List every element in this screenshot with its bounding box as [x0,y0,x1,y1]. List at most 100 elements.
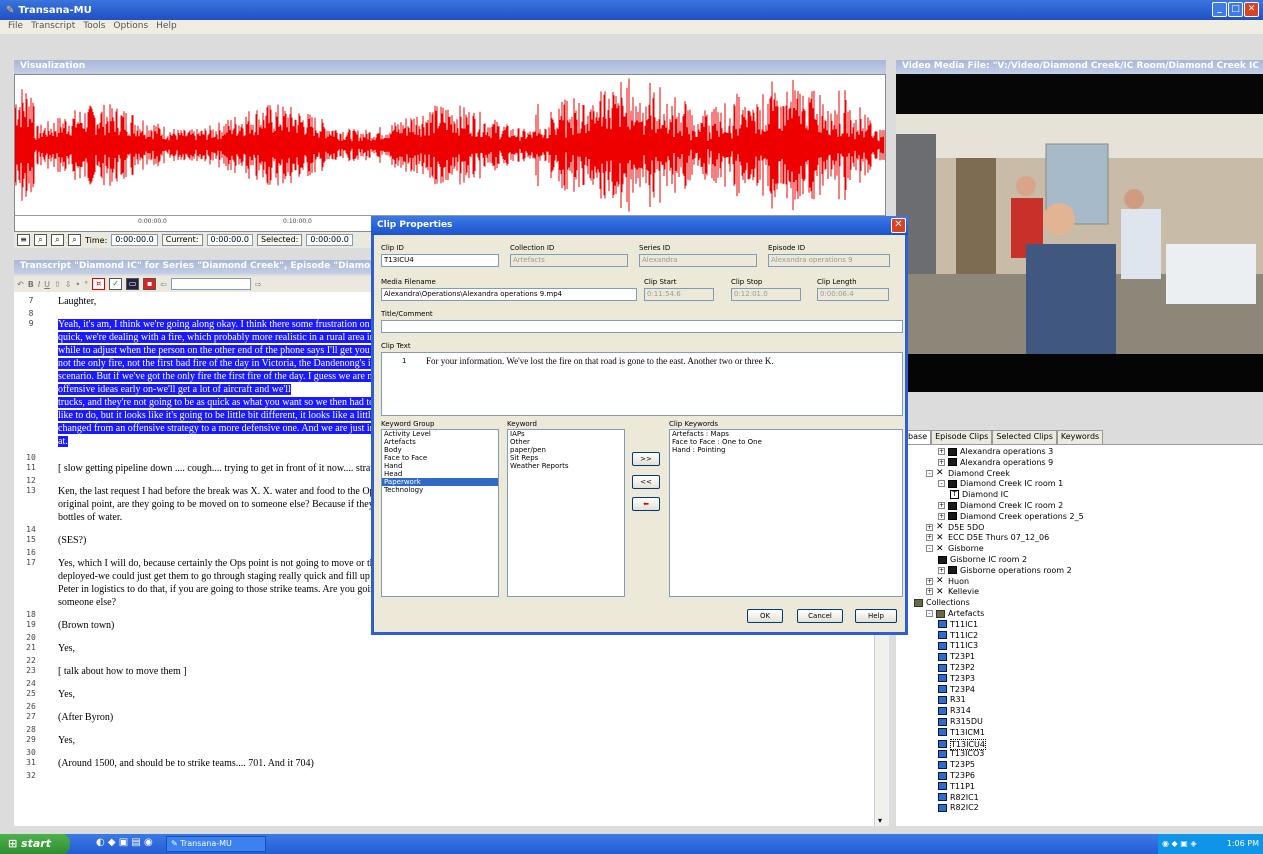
list-item[interactable]: Artefacts [382,438,498,446]
expand-icon[interactable]: + [938,502,945,509]
list-item[interactable]: Weather Reports [508,462,624,470]
dialog-close-button[interactable]: ✕ [891,218,906,233]
falling-intonation-icon[interactable]: ⇩ [65,280,72,289]
zoom-in-button[interactable]: ⌕ [34,234,47,246]
database-tree[interactable]: + Alexandra operations 3 + Alexandra operat… [896,444,1263,826]
collapse-icon[interactable]: - [926,545,933,553]
expand-icon[interactable]: + [926,523,933,531]
tree-item[interactable]: - ✕ Gisborne [926,544,984,553]
collapse-icon[interactable]: - [926,469,933,477]
expand-icon[interactable]: + [938,512,945,520]
menu-item-help[interactable]: Help [156,21,177,33]
expand-icon[interactable]: + [938,448,945,455]
tree-item[interactable]: - Artefacts [926,609,984,618]
tray-icons[interactable]: ◉ ◆ ▣ ◈ [1162,839,1196,848]
expand-icon[interactable]: + [926,577,933,585]
tree-item[interactable]: T11IC2 [938,631,978,640]
close-button[interactable]: ✕ [1244,2,1259,17]
tree-item[interactable]: - ✕ Diamond Creek [926,469,1010,478]
tree-item[interactable]: T13ICO3 [938,749,984,758]
underline-icon[interactable]: U [44,280,50,289]
tree-item[interactable]: T23P2 [938,663,975,672]
tree-item[interactable]: T Diamond IC [950,490,1009,500]
tree-item[interactable]: + ✕ D5E 5DO [926,523,984,532]
transcript-search-input[interactable] [170,278,251,290]
edit-mode-icon[interactable]: ▭ [126,278,140,290]
list-item[interactable]: paper/pen [508,446,624,454]
list-item[interactable]: Other [508,438,624,446]
tree-item[interactable]: T13ICU4 [938,738,986,750]
tree-item[interactable]: R82IC1 [938,793,979,802]
maximize-button[interactable]: □ [1228,2,1243,17]
tree-item[interactable]: T23P4 [938,685,975,694]
title-comment-input[interactable] [381,320,903,333]
italic-icon[interactable]: I [38,280,40,289]
search-back-icon[interactable]: ⇦ [160,280,167,289]
tree-item[interactable]: T23P6 [938,771,975,780]
delete-keyword-button[interactable]: ⬅ [632,497,660,511]
tree-item[interactable]: R82IC2 [938,803,979,812]
clip-text-area[interactable]: 1 For your information. We've lost the f… [381,352,903,416]
tree-item[interactable]: T13ICM1 [938,728,985,737]
tree-item[interactable]: T23P3 [938,674,975,683]
waveform-panel[interactable]: 0:00:00.0 0:10:00.0 [14,74,886,232]
remove-keyword-button[interactable]: << [632,475,660,489]
list-item[interactable]: IAPs [508,430,624,438]
tree-item[interactable]: T11IC3 [938,641,978,650]
expand-icon[interactable]: + [926,534,933,542]
tree-item[interactable]: + ✕ Kellevie [926,587,979,596]
list-item[interactable]: Face to Face [382,454,498,462]
bold-icon[interactable]: B [28,280,34,289]
tree-item[interactable]: + Diamond Creek IC room 2 [938,501,1063,510]
list-item[interactable]: Artefacts : Maps [670,430,902,438]
list-item[interactable]: Hand : Pointing [670,446,902,454]
tree-item[interactable]: + Alexandra operations 9 [938,458,1053,467]
tree-item[interactable]: - Diamond Creek IC room 1 [938,479,1063,488]
expand-icon[interactable]: + [938,566,945,574]
waveform-toggle-button[interactable]: ≡ [17,234,30,246]
scroll-down-icon[interactable]: ▾ [878,816,882,825]
video-player[interactable] [896,74,1263,392]
search-forward-icon[interactable]: ⇨ [255,280,262,289]
tree-item[interactable]: T23P1 [938,652,975,661]
save-icon[interactable]: ▪ [143,278,157,290]
list-item[interactable]: Head [382,470,498,478]
expand-icon[interactable]: + [938,458,945,466]
tree-item[interactable]: Collections [914,598,970,607]
tree-item[interactable]: T11P1 [938,782,975,791]
timecode-icon[interactable]: ¤ [92,278,106,290]
whisper-icon[interactable]: ° [84,280,88,289]
zoom-out-button[interactable]: ⌕ [51,234,64,246]
tree-item[interactable]: + Diamond Creek operations 2_5 [938,512,1084,521]
list-item[interactable]: Sit Reps [508,454,624,462]
ok-button[interactable]: OK [747,609,783,623]
keyword-list[interactable]: IAPs Other paper/pen Sit Reps Weather Report… [507,429,625,597]
tree-item[interactable]: Gisborne IC room 2 [938,555,1027,564]
add-keyword-button[interactable]: >> [632,452,660,466]
list-item[interactable]: Technology [382,486,498,494]
menu-item-options[interactable]: Options [113,21,148,33]
help-button[interactable]: Help [855,609,897,623]
list-item[interactable]: Activity Level [382,430,498,438]
tree-item[interactable]: T23P5 [938,760,975,769]
expand-icon[interactable]: + [926,588,933,596]
tree-item[interactable]: + ✕ Huon [926,577,969,586]
quick-launch-icons[interactable]: ◐ ◆ ▣ ▤ ◉ [96,837,153,848]
menu-item-transcript[interactable]: Transcript [31,21,75,33]
minimize-button[interactable]: _ [1212,2,1227,17]
tree-item[interactable]: + Gisborne operations room 2 [938,566,1072,575]
show-timecodes-icon[interactable]: ✓ [109,278,123,290]
tab-selected-clips[interactable]: Selected Clips [992,430,1057,444]
list-item[interactable]: Hand [382,462,498,470]
media-filename-input[interactable]: Alexandra\Operations\Alexandra operation… [381,288,637,301]
tree-item[interactable]: R31 [938,695,966,704]
tree-item[interactable]: R315DU [938,717,983,726]
inbreath-icon[interactable]: • [75,280,80,289]
keyword-group-list[interactable]: Activity Level Artefacts Body Face to Face H… [381,429,499,597]
tab-episode-clips[interactable]: Episode Clips [931,430,993,444]
list-item[interactable]: Paperwork [382,478,498,486]
menu-item-file[interactable]: File [8,21,23,33]
zoom-fit-button[interactable]: ⌕ [68,234,81,246]
tree-item[interactable]: R314 [938,706,971,715]
clip-id-input[interactable]: T13ICU4 [381,254,499,267]
